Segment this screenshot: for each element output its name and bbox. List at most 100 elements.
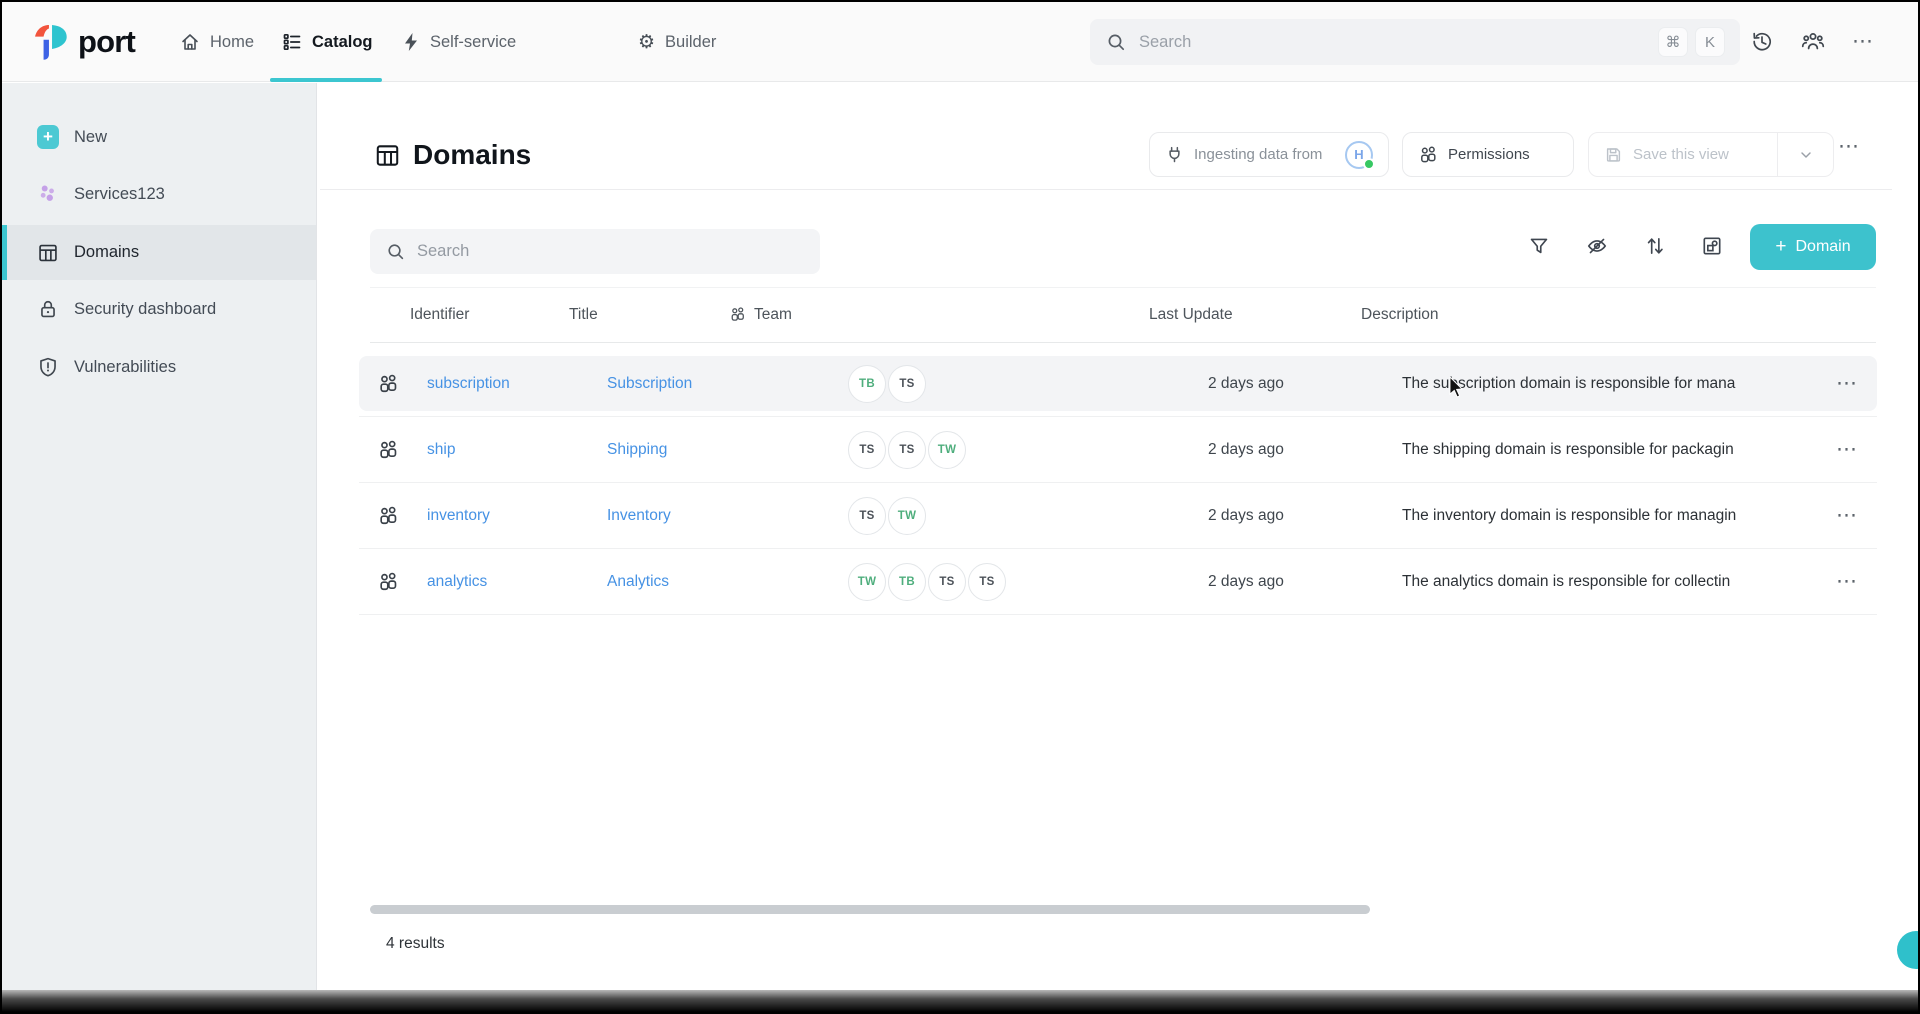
search-icon bbox=[1106, 32, 1126, 52]
table-toolbar bbox=[1528, 235, 1723, 257]
team-avatars[interactable]: TWTBTSTS bbox=[848, 563, 1006, 601]
team-avatar[interactable]: TW bbox=[848, 563, 886, 601]
table-search-input[interactable]: Search bbox=[370, 229, 820, 274]
last-update-value: 2 days ago bbox=[1208, 573, 1284, 591]
title-link[interactable]: Inventory bbox=[607, 507, 671, 525]
table-icon bbox=[37, 242, 59, 264]
main-content: Domains Ingesting data from H Permissi bbox=[318, 83, 1918, 990]
team-avatar[interactable]: TW bbox=[888, 497, 926, 535]
team-avatar[interactable]: TW bbox=[928, 431, 966, 469]
table-search-placeholder: Search bbox=[417, 242, 469, 261]
brand-name: port bbox=[78, 24, 135, 60]
identifier-link[interactable]: analytics bbox=[427, 573, 487, 591]
add-domain-button[interactable]: + Domain bbox=[1750, 224, 1876, 270]
lock-icon bbox=[37, 298, 59, 320]
horizontal-scrollbar[interactable] bbox=[370, 905, 1370, 914]
tab-catalog[interactable]: Catalog bbox=[282, 2, 373, 82]
chat-bubble[interactable] bbox=[1897, 931, 1920, 969]
save-view-dropdown-button[interactable] bbox=[1777, 133, 1833, 176]
column-header-team-label: Team bbox=[754, 306, 792, 324]
shield-alert-icon bbox=[37, 356, 59, 378]
sidebar-item-new[interactable]: + New bbox=[2, 113, 316, 161]
sidebar-item-label: Security dashboard bbox=[74, 300, 216, 319]
sidebar-item-vulnerabilities[interactable]: Vulnerabilities bbox=[2, 343, 316, 391]
column-header-title[interactable]: Title bbox=[569, 306, 598, 324]
column-header-identifier[interactable]: Identifier bbox=[410, 306, 469, 324]
gear-icon: ⚙ bbox=[638, 33, 655, 52]
sidebar-item-domains[interactable]: Domains bbox=[2, 225, 316, 280]
shortcut-keys: ⌘ K bbox=[1659, 28, 1724, 56]
app-window: port Home Catalog bbox=[0, 0, 1920, 1014]
table-body: subscription Subscription TBTS 2 days ag… bbox=[359, 351, 1877, 615]
table-header-row: Identifier Title Team Last Update Descri… bbox=[318, 287, 1918, 342]
tab-label: Home bbox=[210, 33, 254, 52]
last-update-value: 2 days ago bbox=[1208, 507, 1284, 525]
table-row[interactable]: inventory Inventory TSTW 2 days ago The … bbox=[359, 483, 1877, 549]
status-dot bbox=[1363, 158, 1375, 170]
tab-self-service[interactable]: Self-service bbox=[402, 2, 516, 82]
group-by-icon[interactable] bbox=[1701, 235, 1723, 257]
active-tab-underline bbox=[270, 78, 382, 82]
team-avatar[interactable]: TB bbox=[848, 365, 886, 403]
column-header-description[interactable]: Description bbox=[1361, 306, 1439, 324]
save-view-button[interactable]: Save this view bbox=[1589, 133, 1777, 176]
identifier-link[interactable]: subscription bbox=[427, 375, 510, 393]
identifier-link[interactable]: inventory bbox=[427, 507, 490, 525]
add-domain-label: Domain bbox=[1795, 238, 1850, 256]
sidebar-item-services123[interactable]: Services123 bbox=[2, 170, 316, 218]
column-header-team[interactable]: Team bbox=[729, 306, 792, 324]
global-search-input[interactable]: Search ⌘ K bbox=[1090, 19, 1740, 65]
lightning-icon bbox=[402, 32, 420, 52]
table-row[interactable]: ship Shipping TSTSTW 2 days ago The ship… bbox=[359, 417, 1877, 483]
more-menu-icon[interactable]: ⋯ bbox=[1852, 38, 1874, 46]
row-actions-button[interactable]: ⋯ bbox=[1827, 511, 1867, 519]
data-source-badge: H bbox=[1345, 141, 1373, 169]
users-icon bbox=[1418, 145, 1438, 165]
page-more-menu-icon[interactable]: ⋯ bbox=[1834, 143, 1864, 151]
team-avatar[interactable]: TS bbox=[848, 431, 886, 469]
column-header-last-update[interactable]: Last Update bbox=[1149, 306, 1233, 324]
ingesting-label: Ingesting data from bbox=[1194, 146, 1322, 163]
team-avatar[interactable]: TB bbox=[888, 563, 926, 601]
title-link[interactable]: Shipping bbox=[607, 441, 667, 459]
description-value: The inventory domain is responsible for … bbox=[1402, 507, 1814, 525]
k-key: K bbox=[1696, 28, 1724, 56]
team-avatars[interactable]: TSTW bbox=[848, 497, 926, 535]
team-avatars[interactable]: TSTSTW bbox=[848, 431, 966, 469]
search-placeholder: Search bbox=[1139, 33, 1191, 52]
chevron-down-icon bbox=[1798, 147, 1814, 163]
row-actions-button[interactable]: ⋯ bbox=[1827, 445, 1867, 453]
row-actions-button[interactable]: ⋯ bbox=[1827, 379, 1867, 387]
topbar-actions: ⋯ bbox=[1750, 2, 1874, 82]
save-view-split-button: Save this view bbox=[1588, 132, 1834, 177]
header-divider bbox=[320, 189, 1892, 190]
team-avatar[interactable]: TS bbox=[968, 563, 1006, 601]
port-logo[interactable]: port bbox=[32, 21, 135, 63]
hide-columns-icon[interactable] bbox=[1585, 235, 1609, 257]
plus-square-icon: + bbox=[37, 125, 59, 149]
filter-icon[interactable] bbox=[1528, 235, 1550, 257]
team-avatar[interactable]: TS bbox=[888, 431, 926, 469]
identifier-link[interactable]: ship bbox=[427, 441, 455, 459]
tab-builder[interactable]: ⚙ Builder bbox=[638, 2, 716, 82]
team-avatar[interactable]: TS bbox=[928, 563, 966, 601]
history-icon[interactable] bbox=[1750, 30, 1774, 54]
page-title: Domains bbox=[413, 139, 531, 171]
title-link[interactable]: Analytics bbox=[607, 573, 669, 591]
team-avatar[interactable]: TS bbox=[848, 497, 886, 535]
tab-label: Builder bbox=[665, 33, 716, 52]
table-row[interactable]: subscription Subscription TBTS 2 days ag… bbox=[359, 351, 1877, 417]
sidebar-item-security-dashboard[interactable]: Security dashboard bbox=[2, 285, 316, 333]
table-row[interactable]: analytics Analytics TWTBTSTS 2 days ago … bbox=[359, 549, 1877, 615]
services-cluster-icon bbox=[37, 183, 59, 205]
row-actions-button[interactable]: ⋯ bbox=[1827, 577, 1867, 585]
team-avatar[interactable]: TS bbox=[888, 365, 926, 403]
team-avatars[interactable]: TBTS bbox=[848, 365, 926, 403]
ingesting-data-button[interactable]: Ingesting data from H bbox=[1149, 132, 1389, 177]
organization-icon[interactable] bbox=[1801, 30, 1825, 54]
permissions-button[interactable]: Permissions bbox=[1402, 132, 1574, 177]
tab-home[interactable]: Home bbox=[180, 2, 254, 82]
title-link[interactable]: Subscription bbox=[607, 375, 692, 393]
catalog-sidebar: + New Services123 Domains bbox=[2, 83, 317, 990]
sort-icon[interactable] bbox=[1644, 235, 1666, 257]
